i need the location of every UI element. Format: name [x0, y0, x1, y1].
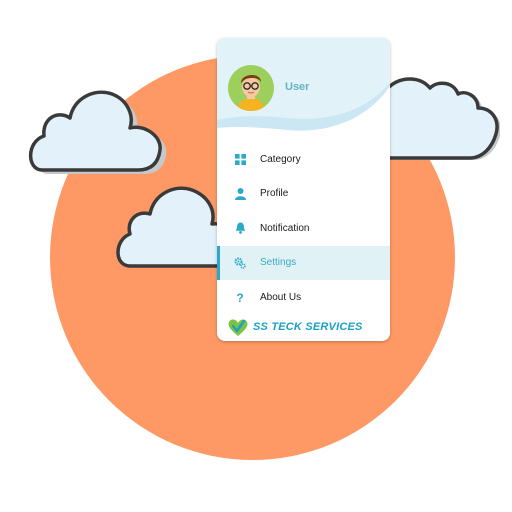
bell-icon [233, 221, 247, 235]
user-avatar[interactable] [228, 65, 274, 111]
menu-item-profile[interactable]: Profile [217, 177, 390, 212]
menu-item-settings[interactable]: Settings [217, 245, 390, 280]
cloud-middle [116, 186, 232, 268]
gear-icon [233, 256, 247, 270]
brand-logo: SS TECK SERVICES [227, 317, 363, 337]
brand-name-part2: SERVICES [305, 321, 363, 333]
brand-name-part1: SS TECK [253, 321, 303, 333]
illustration-scene: User Category Profile Notification Setti… [0, 0, 512, 512]
question-icon: ? [233, 290, 247, 304]
menu-item-category[interactable]: Category [217, 142, 390, 177]
cloud-right [386, 77, 500, 160]
brand-name: SS TECK SERVICES [253, 321, 363, 333]
svg-text:?: ? [236, 291, 243, 303]
user-name-label: User [285, 81, 310, 93]
menu-item-about-us[interactable]: ? About Us [217, 280, 390, 315]
menu-item-label: Settings [260, 257, 297, 269]
menu-item-label: Category [260, 153, 301, 165]
person-icon [233, 187, 247, 201]
menu-item-label: Profile [260, 188, 289, 200]
cloud-left [28, 90, 167, 174]
menu-item-label: Notification [260, 222, 310, 234]
menu-item-notification[interactable]: Notification [217, 211, 390, 246]
drawer-menu: Category Profile Notification Settings ?… [217, 142, 390, 315]
avatar-illustration-icon [228, 65, 274, 111]
heart-logo-icon [228, 319, 248, 336]
navigation-drawer: User Category Profile Notification Setti… [217, 38, 390, 341]
grid-icon [233, 152, 247, 166]
menu-item-label: About Us [260, 291, 302, 303]
